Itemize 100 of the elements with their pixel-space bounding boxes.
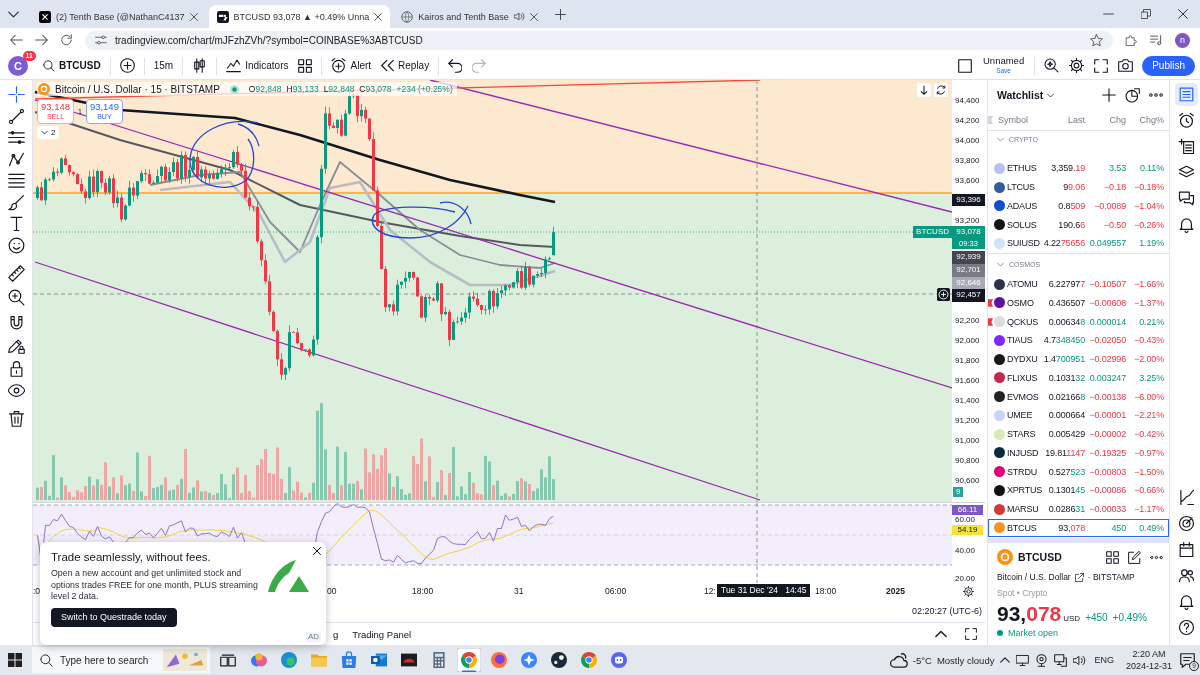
trend-line-icon[interactable]: [7, 107, 25, 125]
watchlist-row[interactable]: MARSU 0.028631 −0.00033 −1.17%: [988, 499, 1169, 519]
watchlist-row[interactable]: SOLUS 190.66 −0.50 −0.26%: [988, 215, 1169, 234]
watchlist-row[interactable]: FLIXUS 0.103132 0.003247 3.25%: [988, 368, 1169, 388]
ruler-icon[interactable]: [7, 265, 25, 282]
search-box[interactable]: Type here to search: [32, 647, 210, 673]
watchlist-row[interactable]: EVMOS 0.021668 −0.00138 −6.00%: [988, 387, 1169, 406]
clock-time[interactable]: 2:20 AM: [1132, 648, 1166, 660]
chevron-up-icon[interactable]: [935, 628, 947, 640]
plus-icon[interactable]: [1102, 88, 1116, 102]
plus-icon[interactable]: [554, 8, 566, 20]
camera-icon[interactable]: [1118, 58, 1134, 73]
watchlist-row[interactable]: DYDXU 1.4700951 −0.02996 −2.00%: [988, 349, 1169, 369]
text-tool-icon[interactable]: [7, 215, 25, 232]
temperature[interactable]: -5°C: [912, 654, 932, 666]
watchlist-row[interactable]: ADAUS 0.8509 −0.0089 −1.04%: [988, 196, 1169, 216]
square-icon[interactable]: [958, 58, 972, 73]
settings-icon[interactable]: [1069, 58, 1085, 73]
watchlist-row[interactable]: ATOMU 6.227977 −0.10507 −1.66%: [988, 274, 1169, 294]
watchlist-row[interactable]: STRDU 0.527523 −0.00803 −1.50%: [988, 462, 1169, 481]
notification-icon[interactable]: [1180, 652, 1195, 668]
instrument-name[interactable]: Bitcoin / U.S. Dollar: [997, 572, 1071, 582]
fullscreen-icon[interactable]: [1094, 58, 1109, 73]
watchlist-row[interactable]: STARS 0.005429 −0.00002 −0.42%: [988, 424, 1169, 444]
profile-avatar[interactable]: n: [1175, 32, 1190, 48]
browser-tab[interactable]: BTCUSD 93,078 ▲ +0.49% Unna: [208, 5, 391, 28]
back-icon[interactable]: [10, 34, 23, 46]
watchlist-row[interactable]: QCKUS 0.006348 0.000014 0.21%: [988, 312, 1169, 331]
candlestick-icon[interactable]: [192, 58, 208, 73]
crosshair-icon[interactable]: [7, 86, 25, 103]
clock-date[interactable]: 2024-12-31: [1125, 660, 1172, 672]
magnet-icon[interactable]: [7, 315, 25, 332]
settings-icon[interactable]: [963, 586, 974, 597]
task-view-icon[interactable]: [220, 653, 236, 667]
column-header[interactable]: Chg: [1085, 115, 1126, 125]
interval-button[interactable]: 15m: [148, 54, 179, 77]
sliders-icon[interactable]: [95, 34, 107, 46]
grid-icon[interactable]: [1106, 550, 1119, 564]
column-header[interactable]: Chg%: [1126, 115, 1164, 125]
watchlist-row[interactable]: SUIUSD 4.2275656 0.049557 1.19%: [988, 234, 1169, 253]
trash-icon[interactable]: [7, 410, 25, 427]
cta-button[interactable]: Switch to Questrade today: [51, 607, 177, 627]
undo-icon[interactable]: [448, 58, 463, 73]
watchlist-row[interactable]: TIAUS 4.7348450 −0.02050 −0.43%: [988, 331, 1169, 350]
alert-button[interactable]: Alert: [326, 54, 377, 77]
zoom-in-icon[interactable]: [7, 288, 25, 306]
chevron-up-icon[interactable]: [1000, 655, 1011, 665]
pie-chart-icon[interactable]: [1125, 87, 1140, 103]
maximize-icon[interactable]: [965, 628, 977, 640]
clock-time[interactable]: 02:20:27 (UTC-6): [911, 606, 982, 616]
chevron-down-icon[interactable]: [8, 10, 19, 18]
search-field[interactable]: Type here to search: [60, 652, 155, 668]
watchlist-row[interactable]: INJUSD 19.811147 −0.19325 −0.97%: [988, 443, 1169, 463]
address-bar[interactable]: tradingview.com/chart/mJFzhZVh/?symbol=COINBASE%3ABTCUSD: [85, 30, 1113, 50]
brush-icon[interactable]: [7, 193, 25, 211]
reload-icon[interactable]: [60, 34, 73, 46]
star-icon[interactable]: [1090, 33, 1103, 47]
column-header[interactable]: Symbol: [993, 115, 1042, 125]
screens-icon[interactable]: [1054, 653, 1068, 667]
close-icon[interactable]: [1178, 9, 1188, 19]
indicators-button[interactable]: Indicators: [221, 54, 294, 77]
monitor-icon[interactable]: [1016, 653, 1030, 667]
symbol-name[interactable]: BTCUSD: [1018, 551, 1062, 563]
watchlist-row[interactable]: XPRTUS 0.130145 −0.00086 −0.66%: [988, 481, 1169, 500]
browser-tab[interactable]: (2) Tenth Base (@NathanC4137: [31, 5, 206, 28]
media-list-icon[interactable]: [1150, 34, 1163, 46]
quick-search-icon[interactable]: [1044, 58, 1060, 73]
publish-button[interactable]: Publish: [1142, 55, 1195, 76]
watchlist-row[interactable]: BTCUS 93,078 450 0.49%: [988, 518, 1169, 538]
close-icon[interactable]: [374, 12, 383, 21]
eye-icon[interactable]: [7, 381, 25, 399]
panel-tab[interactable]: g: [333, 628, 339, 640]
watchlist-row[interactable]: UMEE 0.000664 −0.00001 −2.21%: [988, 406, 1169, 425]
watchlist-dropdown[interactable]: Watchlist: [997, 89, 1055, 101]
zigzag-icon[interactable]: [7, 150, 25, 168]
webcam-icon[interactable]: [1035, 653, 1049, 667]
layout-grid-icon[interactable]: [298, 58, 313, 73]
watchlist-row[interactable]: OSMO 0.436507 −0.00608 −1.37%: [988, 293, 1169, 313]
symbol-search-button[interactable]: BTCUSD: [38, 54, 106, 77]
lock-icon[interactable]: [7, 360, 25, 377]
column-header[interactable]: Last: [1042, 115, 1085, 125]
restore-icon[interactable]: [1141, 9, 1151, 19]
forward-icon[interactable]: [35, 34, 48, 46]
watchlist-row[interactable]: ETHUS 3,359.19 3.53 0.11%: [988, 159, 1169, 178]
weather-condition[interactable]: Mostly cloudy: [936, 654, 995, 666]
smiley-icon[interactable]: [7, 236, 25, 254]
language-indicator[interactable]: ENG: [1094, 655, 1114, 665]
external-link-icon[interactable]: [1074, 572, 1084, 582]
stacked-lines-icon[interactable]: [7, 172, 25, 189]
speaker-icon[interactable]: [1073, 653, 1087, 667]
browser-tab[interactable]: Kairos and Tenth Base: [393, 5, 546, 28]
cloud-icon[interactable]: [889, 652, 908, 668]
puzzle-icon[interactable]: [1125, 34, 1138, 46]
panel-tab[interactable]: Trading Panel: [352, 628, 412, 640]
watchlist-row[interactable]: LTCUS 99.06 −0.18 −0.18%: [988, 177, 1169, 197]
url-field[interactable]: tradingview.com/chart/mJFzhZVh/?symbol=COINBASE%3ABTCUSD: [115, 32, 1082, 48]
list-icon[interactable]: [1174, 83, 1198, 106]
speaker-icon[interactable]: [513, 12, 525, 21]
edit-icon[interactable]: [1128, 550, 1141, 564]
four-panes-icon[interactable]: [8, 653, 22, 667]
